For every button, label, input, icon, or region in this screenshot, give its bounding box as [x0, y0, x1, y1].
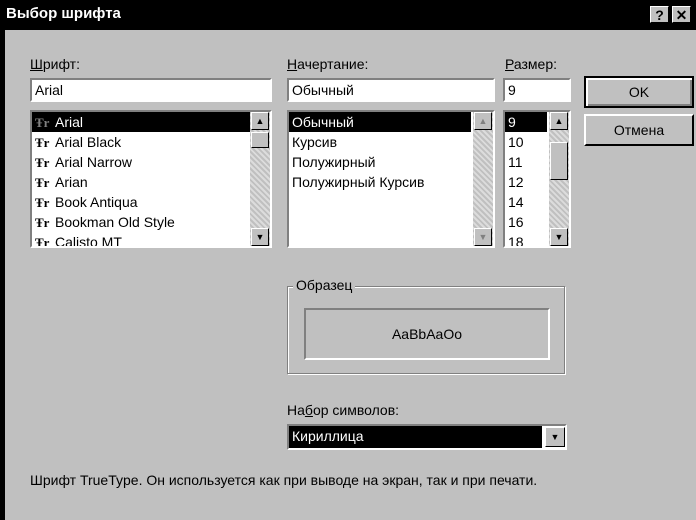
list-item[interactable]: Обычный [289, 112, 471, 132]
list-item-label: 14 [508, 194, 524, 210]
list-item[interactable]: Ŧr Book Antiqua [32, 192, 250, 212]
list-item[interactable]: Ŧr Arial Black [32, 132, 250, 152]
list-item-label: 9 [508, 114, 516, 130]
cancel-button[interactable]: Отмена [584, 114, 694, 146]
charset-select[interactable]: Кириллица ▼ [287, 424, 567, 450]
list-item-label: Полужирный Курсив [292, 174, 425, 190]
list-item-label: Book Antiqua [55, 194, 138, 210]
list-item[interactable]: Ŧr Arial Narrow [32, 152, 250, 172]
list-item[interactable]: 16 [505, 212, 547, 232]
list-item-label: Bookman Old Style [55, 214, 175, 230]
style-list[interactable]: Обычный Курсив Полужирный Полужирный Курсив… [287, 110, 495, 248]
style-list-scrollbar[interactable]: ▲ ▼ [473, 112, 493, 246]
list-item-label: 10 [508, 134, 524, 150]
list-item[interactable]: 18 [505, 232, 547, 248]
list-item-label: Arial [55, 114, 84, 130]
font-name-input[interactable]: Arial [30, 78, 272, 102]
help-button[interactable]: ? [650, 6, 669, 23]
list-item-label: Полужирный [292, 154, 376, 170]
style-label: Начертание: [287, 56, 369, 72]
charset-label: Набор символов: [287, 402, 400, 418]
size-label: Размер: [505, 56, 558, 72]
list-item-label: Calisto MT [55, 234, 122, 248]
truetype-icon: Ŧr [35, 215, 50, 230]
list-item-label: 12 [508, 174, 524, 190]
truetype-icon: Ŧr [35, 195, 50, 210]
list-item[interactable]: 12 [505, 172, 547, 192]
scroll-down-arrow-icon[interactable]: ▼ [251, 228, 269, 246]
font-description: Шрифт TrueType. Он используется как при … [30, 472, 538, 488]
list-item[interactable]: 14 [505, 192, 547, 212]
list-item-label: Arial Black [55, 134, 122, 150]
charset-value: Кириллица [289, 426, 542, 448]
list-item-label: Обычный [292, 114, 354, 130]
list-item-label: Arian [55, 174, 88, 190]
size-list-scrollbar[interactable]: ▲ ▼ [549, 112, 569, 246]
scroll-down-arrow-icon[interactable]: ▼ [550, 228, 568, 246]
sample-label: Образец [293, 277, 356, 293]
close-button[interactable]: ✕ [672, 6, 691, 23]
title-bar[interactable]: Выбор шрифта ? ✕ [0, 0, 696, 30]
list-item[interactable]: Ŧr Arian [32, 172, 250, 192]
scroll-thumb[interactable] [251, 132, 269, 148]
truetype-icon: Ŧr [35, 155, 50, 170]
truetype-icon: Ŧr [35, 235, 50, 248]
ok-button[interactable]: OK [584, 76, 694, 108]
scroll-up-arrow-icon[interactable]: ▲ [550, 112, 568, 130]
list-item[interactable]: Ŧr Bookman Old Style [32, 212, 250, 232]
list-item[interactable]: Полужирный Курсив [289, 172, 471, 192]
list-item[interactable]: Курсив [289, 132, 471, 152]
font-label: Шрифт: [30, 56, 80, 72]
scroll-down-arrow-icon[interactable]: ▼ [474, 228, 492, 246]
list-item-label: 16 [508, 214, 524, 230]
list-item-label: Курсив [292, 134, 338, 150]
font-list[interactable]: Ŧr Arial Ŧr Arial Black Ŧr Arial Narrow Ŧr Aria… [30, 110, 272, 248]
list-item[interactable]: Полужирный [289, 152, 471, 172]
list-item[interactable]: 10 [505, 132, 547, 152]
truetype-icon: Ŧr [35, 115, 50, 130]
size-list[interactable]: 9 10 11 12 14 16 18 ▲ ▼ [503, 110, 571, 248]
truetype-icon: Ŧr [35, 135, 50, 150]
list-item[interactable]: 9 [505, 112, 547, 132]
list-item-label: 18 [508, 234, 524, 248]
list-item[interactable]: Ŧr Calisto MT [32, 232, 250, 248]
list-item-label: 11 [508, 154, 523, 170]
sample-preview: AaBbAaOo [304, 308, 550, 360]
list-item[interactable]: 11 [505, 152, 547, 172]
style-input[interactable]: Обычный [287, 78, 495, 102]
list-item-label: Arial Narrow [55, 154, 133, 170]
font-list-scrollbar[interactable]: ▲ ▼ [250, 112, 270, 246]
scroll-up-arrow-icon[interactable]: ▲ [474, 112, 492, 130]
size-input[interactable]: 9 [503, 78, 571, 102]
scroll-up-arrow-icon[interactable]: ▲ [251, 112, 269, 130]
list-item[interactable]: Ŧr Arial [32, 112, 250, 132]
truetype-icon: Ŧr [35, 175, 50, 190]
dropdown-arrow-icon[interactable]: ▼ [545, 427, 565, 447]
window-left-border [0, 30, 5, 520]
scroll-thumb[interactable] [550, 142, 568, 180]
window-title: Выбор шрифта [6, 5, 121, 22]
